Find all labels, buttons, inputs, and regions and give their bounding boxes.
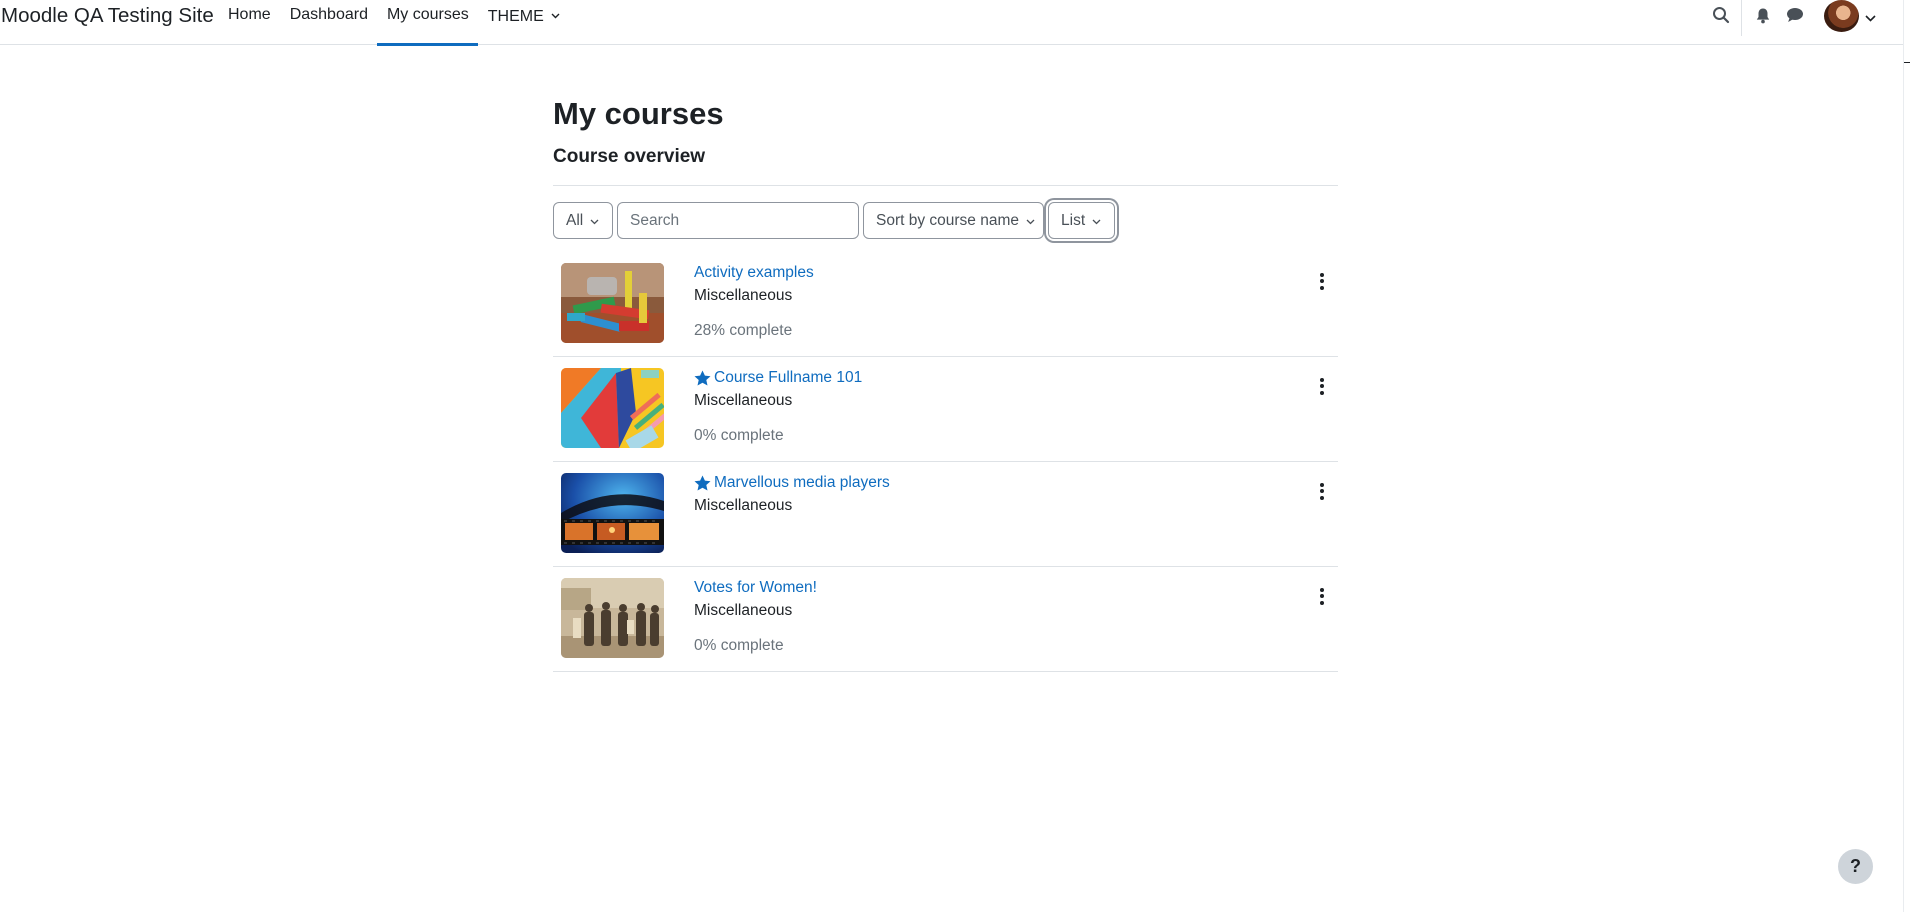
nav-my-courses-label: My courses [386, 6, 469, 23]
course-name-link[interactable]: Votes for Women! [694, 579, 1254, 597]
course-name-link[interactable]: Activity examples [694, 264, 1254, 282]
course-progress: 0% complete [694, 637, 784, 654]
course-list: Activity examples Miscellaneous 28% comp… [553, 252, 1338, 672]
nav-theme-dropdown[interactable]: THEME [478, 0, 569, 45]
nav-home-label: Home [228, 6, 271, 23]
chevron-down-icon [551, 6, 560, 24]
nav-dashboard-label: Dashboard [289, 6, 368, 23]
site-name-link[interactable]: Moodle QA Testing Site [1, 4, 214, 28]
nav-home[interactable]: Home [218, 0, 280, 45]
user-avatar[interactable] [1824, 0, 1859, 32]
course-name: Activity examples [694, 264, 814, 281]
help-label: ? [1850, 856, 1861, 876]
course-actions-menu-icon[interactable] [1312, 581, 1332, 611]
course-info: Votes for Women! Miscellaneous 0% comple… [694, 579, 1254, 655]
chevron-down-icon [1026, 212, 1035, 230]
course-category: Miscellaneous [694, 392, 793, 409]
course-category: Miscellaneous [694, 602, 793, 619]
star-icon [694, 370, 711, 386]
scrollbar-track [1903, 0, 1904, 912]
edge-marker [1904, 62, 1910, 63]
grouping-label: All [566, 211, 584, 229]
nav-dashboard[interactable]: Dashboard [280, 0, 377, 45]
course-category: Miscellaneous [694, 287, 793, 304]
course-filters: All Sort by course name List [553, 202, 1338, 239]
course-image[interactable] [561, 473, 664, 553]
course-info: Activity examples Miscellaneous 28% comp… [694, 264, 1254, 340]
search-input[interactable] [617, 202, 859, 239]
star-icon [694, 475, 711, 491]
sort-label: Sort by course name [876, 211, 1020, 229]
divider [553, 185, 1338, 186]
chat-icon[interactable] [1783, 3, 1807, 27]
view-dropdown[interactable]: List [1048, 202, 1115, 239]
course-info: Course Fullname 101 Miscellaneous 0% com… [694, 369, 1254, 445]
course-name: Votes for Women! [694, 579, 817, 596]
section-title: Course overview [553, 146, 706, 167]
view-label: List [1061, 211, 1086, 229]
course-name-link[interactable]: Marvellous media players [694, 474, 1254, 492]
course-image[interactable] [561, 578, 664, 658]
navbar-divider [1741, 0, 1742, 36]
page-title: My courses [553, 96, 724, 131]
nav-my-courses[interactable]: My courses [376, 0, 478, 46]
bell-icon[interactable] [1751, 3, 1775, 27]
course-list-item: Votes for Women! Miscellaneous 0% comple… [553, 567, 1338, 672]
course-progress: 0% complete [694, 427, 784, 444]
course-image[interactable] [561, 263, 664, 343]
course-name-link[interactable]: Course Fullname 101 [694, 369, 1254, 387]
course-actions-menu-icon[interactable] [1312, 476, 1332, 506]
course-progress: 28% complete [694, 322, 793, 339]
grouping-dropdown[interactable]: All [553, 202, 613, 239]
course-info: Marvellous media players Miscellaneous [694, 474, 1254, 515]
chevron-down-icon [1092, 212, 1101, 230]
help-button[interactable]: ? [1838, 849, 1873, 884]
course-list-item: Course Fullname 101 Miscellaneous 0% com… [553, 357, 1338, 462]
course-name: Course Fullname 101 [714, 369, 863, 386]
course-actions-menu-icon[interactable] [1312, 266, 1332, 296]
primary-navigation: Home Dashboard My courses THEME [218, 0, 569, 46]
sort-dropdown[interactable]: Sort by course name [863, 202, 1044, 239]
user-menu-chevron-icon[interactable] [1865, 9, 1876, 27]
top-navbar: Moodle QA Testing Site Home Dashboard My… [0, 0, 1904, 46]
course-actions-menu-icon[interactable] [1312, 371, 1332, 401]
chevron-down-icon [590, 212, 599, 230]
course-image[interactable] [561, 368, 664, 448]
search-icon[interactable] [1709, 3, 1733, 27]
nav-theme-label: THEME [487, 8, 544, 25]
course-category: Miscellaneous [694, 497, 793, 514]
course-name: Marvellous media players [714, 474, 890, 491]
course-list-item: Activity examples Miscellaneous 28% comp… [553, 252, 1338, 357]
course-list-item: Marvellous media players Miscellaneous [553, 462, 1338, 567]
